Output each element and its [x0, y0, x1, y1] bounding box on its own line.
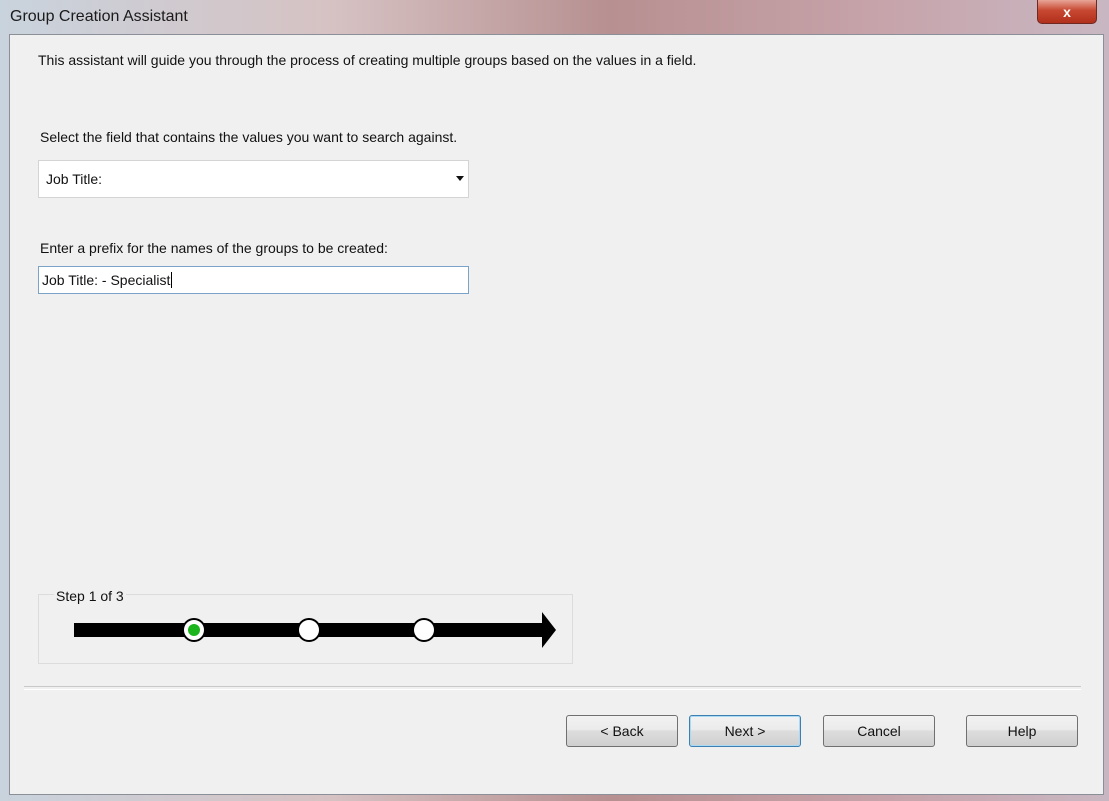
dialog-body: [9, 34, 1104, 795]
field-select-label: Select the field that contains the value…: [40, 129, 458, 145]
step-marker-active-dot: [188, 624, 200, 636]
step-marker-2: [297, 618, 321, 642]
back-button[interactable]: < Back: [566, 715, 678, 747]
title-bar[interactable]: Group Creation Assistant x: [0, 0, 1109, 34]
prefix-input[interactable]: Job Title: - Specialist: [38, 266, 469, 294]
step-marker-3: [412, 618, 436, 642]
progress-arrow-head: [542, 612, 556, 648]
dialog-window: Group Creation Assistant x This assistan…: [0, 0, 1109, 801]
step-progress-label: Step 1 of 3: [54, 588, 126, 604]
next-button[interactable]: Next >: [689, 715, 801, 747]
button-separator: [24, 686, 1081, 690]
prefix-label: Enter a prefix for the names of the grou…: [40, 240, 388, 256]
cancel-button[interactable]: Cancel: [823, 715, 935, 747]
text-caret: [171, 272, 173, 288]
window-title: Group Creation Assistant: [10, 8, 188, 25]
prefix-input-value: Job Title: - Specialist: [42, 272, 173, 288]
help-button[interactable]: Help: [966, 715, 1078, 747]
field-select-value: Job Title:: [46, 171, 103, 187]
field-select-dropdown[interactable]: Job Title:: [38, 160, 469, 198]
close-button[interactable]: x: [1037, 0, 1097, 24]
chevron-down-icon[interactable]: [456, 176, 464, 181]
intro-text: This assistant will guide you through th…: [38, 52, 697, 68]
step-progress-arrow: [74, 612, 556, 648]
close-icon: x: [1063, 3, 1071, 20]
